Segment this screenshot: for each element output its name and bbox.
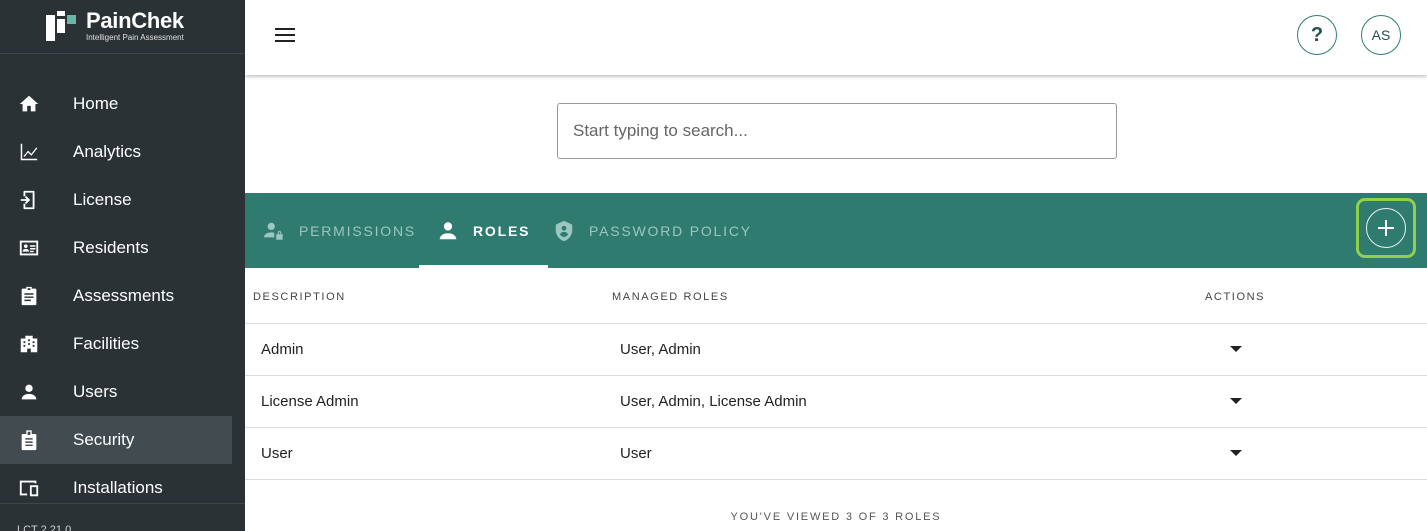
sidebar-item-facilities[interactable]: Facilities: [0, 320, 232, 368]
roles-table: DESCRIPTION MANAGED ROLES ACTIONS Admin …: [245, 268, 1427, 480]
devices-icon: [18, 477, 40, 499]
person-icon: [439, 221, 457, 239]
painchek-logo-icon: [46, 10, 78, 43]
search-input[interactable]: [557, 103, 1117, 159]
tab-roles[interactable]: ROLES: [419, 193, 549, 268]
role-managed-roles: User, Admin, License Admin: [620, 393, 807, 410]
user-avatar-button[interactable]: AS: [1361, 15, 1401, 55]
security-tabs-bar: PERMISSIONS ROLES PASSWORD POLICY: [245, 193, 1427, 268]
chart-line-icon: [18, 141, 40, 163]
brand-name: PainChek: [86, 8, 184, 33]
help-button[interactable]: ?: [1297, 15, 1337, 55]
add-role-button[interactable]: [1356, 198, 1416, 258]
sidebar-item-security[interactable]: Security: [0, 416, 232, 464]
tab-permissions[interactable]: PERMISSIONS: [263, 193, 416, 268]
sidebar-item-label: Users: [73, 382, 118, 401]
tab-label: PERMISSIONS: [299, 222, 417, 239]
role-description: License Admin: [261, 393, 359, 410]
brand-logo[interactable]: PainChek Intelligent Pain Assessment: [0, 0, 245, 54]
plus-icon: [1378, 220, 1394, 236]
top-header: ? AS: [245, 0, 1427, 75]
tab-label: ROLES: [473, 222, 531, 239]
app-root: PainChek Intelligent Pain Assessment Hom…: [0, 0, 1427, 531]
actions-dropdown-icon[interactable]: [1230, 398, 1242, 404]
home-icon: [18, 93, 40, 115]
sidebar-item-license[interactable]: License: [0, 176, 232, 224]
role-managed-roles: User: [620, 445, 652, 462]
sidebar-item-analytics[interactable]: Analytics: [0, 128, 232, 176]
building-icon: [18, 333, 40, 355]
role-description: Admin: [261, 341, 304, 358]
sidebar-item-label: Home: [73, 94, 119, 113]
badge-icon: [18, 429, 40, 451]
hamburger-menu-icon[interactable]: [275, 26, 295, 44]
sidebar-item-residents[interactable]: Residents: [0, 224, 232, 272]
column-header-description[interactable]: DESCRIPTION: [253, 291, 346, 303]
shield-icon: [555, 220, 573, 241]
id-card-icon: [18, 237, 40, 259]
sidebar-item-label: Assessments: [73, 286, 175, 305]
roles-count-text: YOU'VE VIEWED 3 OF 3 ROLES: [730, 511, 942, 523]
tab-password-policy[interactable]: PASSWORD POLICY: [553, 193, 752, 268]
sidebar-item-label: Residents: [73, 238, 149, 257]
person-icon: [18, 381, 40, 403]
actions-dropdown-icon[interactable]: [1230, 450, 1242, 456]
license-icon: [18, 189, 40, 211]
app-version: LCT 2.21.0: [0, 503, 245, 531]
actions-dropdown-icon[interactable]: [1230, 346, 1242, 352]
sidebar-item-label: License: [73, 190, 132, 209]
brand-tagline: Intelligent Pain Assessment: [86, 33, 184, 42]
sidebar-item-label: Installations: [73, 478, 163, 497]
table-row[interactable]: User User: [245, 428, 1427, 480]
clipboard-icon: [18, 285, 40, 307]
role-managed-roles: User, Admin: [620, 341, 701, 358]
sidebar-item-label: Security: [73, 430, 135, 449]
sidebar-item-label: Analytics: [73, 142, 142, 161]
tab-label: PASSWORD POLICY: [589, 222, 752, 239]
table-header: DESCRIPTION MANAGED ROLES ACTIONS: [245, 268, 1427, 324]
role-description: User: [261, 445, 293, 462]
sidebar: PainChek Intelligent Pain Assessment Hom…: [0, 0, 245, 531]
table-row[interactable]: Admin User, Admin: [245, 324, 1427, 376]
column-header-actions: ACTIONS: [1205, 291, 1266, 303]
sidebar-item-users[interactable]: Users: [0, 368, 232, 416]
sidebar-item-label: Facilities: [73, 334, 140, 353]
sidebar-item-home[interactable]: Home: [0, 80, 232, 128]
column-header-managed-roles[interactable]: MANAGED ROLES: [612, 291, 729, 303]
sidebar-nav: Home Analytics License Residents Assessm…: [0, 54, 245, 512]
user-lock-icon: [263, 222, 283, 240]
table-row[interactable]: License Admin User, Admin, License Admin: [245, 376, 1427, 428]
sidebar-item-assessments[interactable]: Assessments: [0, 272, 232, 320]
